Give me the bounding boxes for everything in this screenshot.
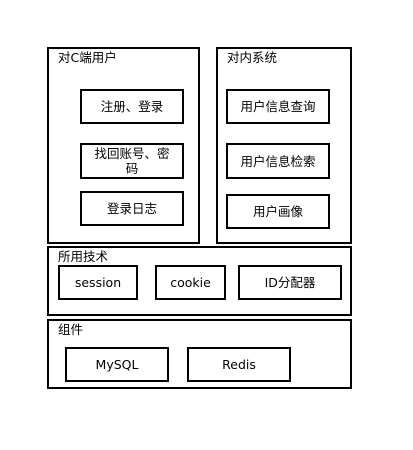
user-info-search-box: 用户信息检索 — [226, 143, 330, 179]
register-login-box: 注册、登录 — [80, 89, 184, 124]
cookie-label: cookie — [170, 275, 211, 290]
session-label: session — [74, 275, 122, 290]
user-info-query-label: 用户信息查询 — [240, 99, 316, 114]
mysql-box: MySQL — [65, 347, 169, 382]
consumer-users-title: 对C端用户 — [58, 50, 117, 65]
consumer-users-group: 对C端用户 注册、登录 找回账号、密码 登录日志 — [47, 47, 200, 244]
user-info-search-label: 用户信息检索 — [240, 153, 316, 169]
recover-account-label: 找回账号、密码 — [94, 146, 170, 176]
id-allocator-box: ID分配器 — [238, 265, 342, 300]
register-login-label: 注册、登录 — [100, 99, 164, 114]
components-title: 组件 — [58, 322, 84, 337]
user-profile-box: 用户画像 — [226, 194, 330, 229]
technology-group: 所用技术 session cookie ID分配器 — [47, 246, 352, 316]
mysql-label: MySQL — [95, 357, 139, 372]
login-log-box: 登录日志 — [80, 191, 184, 226]
technology-title: 所用技术 — [58, 249, 109, 264]
user-profile-label: 用户画像 — [252, 204, 303, 219]
id-allocator-label: ID分配器 — [264, 275, 316, 290]
components-group: 组件 MySQL Redis — [47, 319, 352, 389]
login-log-label: 登录日志 — [106, 201, 157, 216]
recover-account-box: 找回账号、密码 — [80, 143, 184, 179]
canvas: { "groups": { "consumer": { "title": "对C… — [0, 0, 413, 450]
internal-system-group: 对内系统 用户信息查询 用户信息检索 用户画像 — [216, 47, 352, 244]
redis-box: Redis — [187, 347, 291, 382]
session-box: session — [58, 265, 138, 300]
internal-system-title: 对内系统 — [227, 50, 278, 65]
cookie-box: cookie — [155, 265, 226, 300]
user-info-query-box: 用户信息查询 — [226, 89, 330, 124]
redis-label: Redis — [222, 357, 256, 372]
